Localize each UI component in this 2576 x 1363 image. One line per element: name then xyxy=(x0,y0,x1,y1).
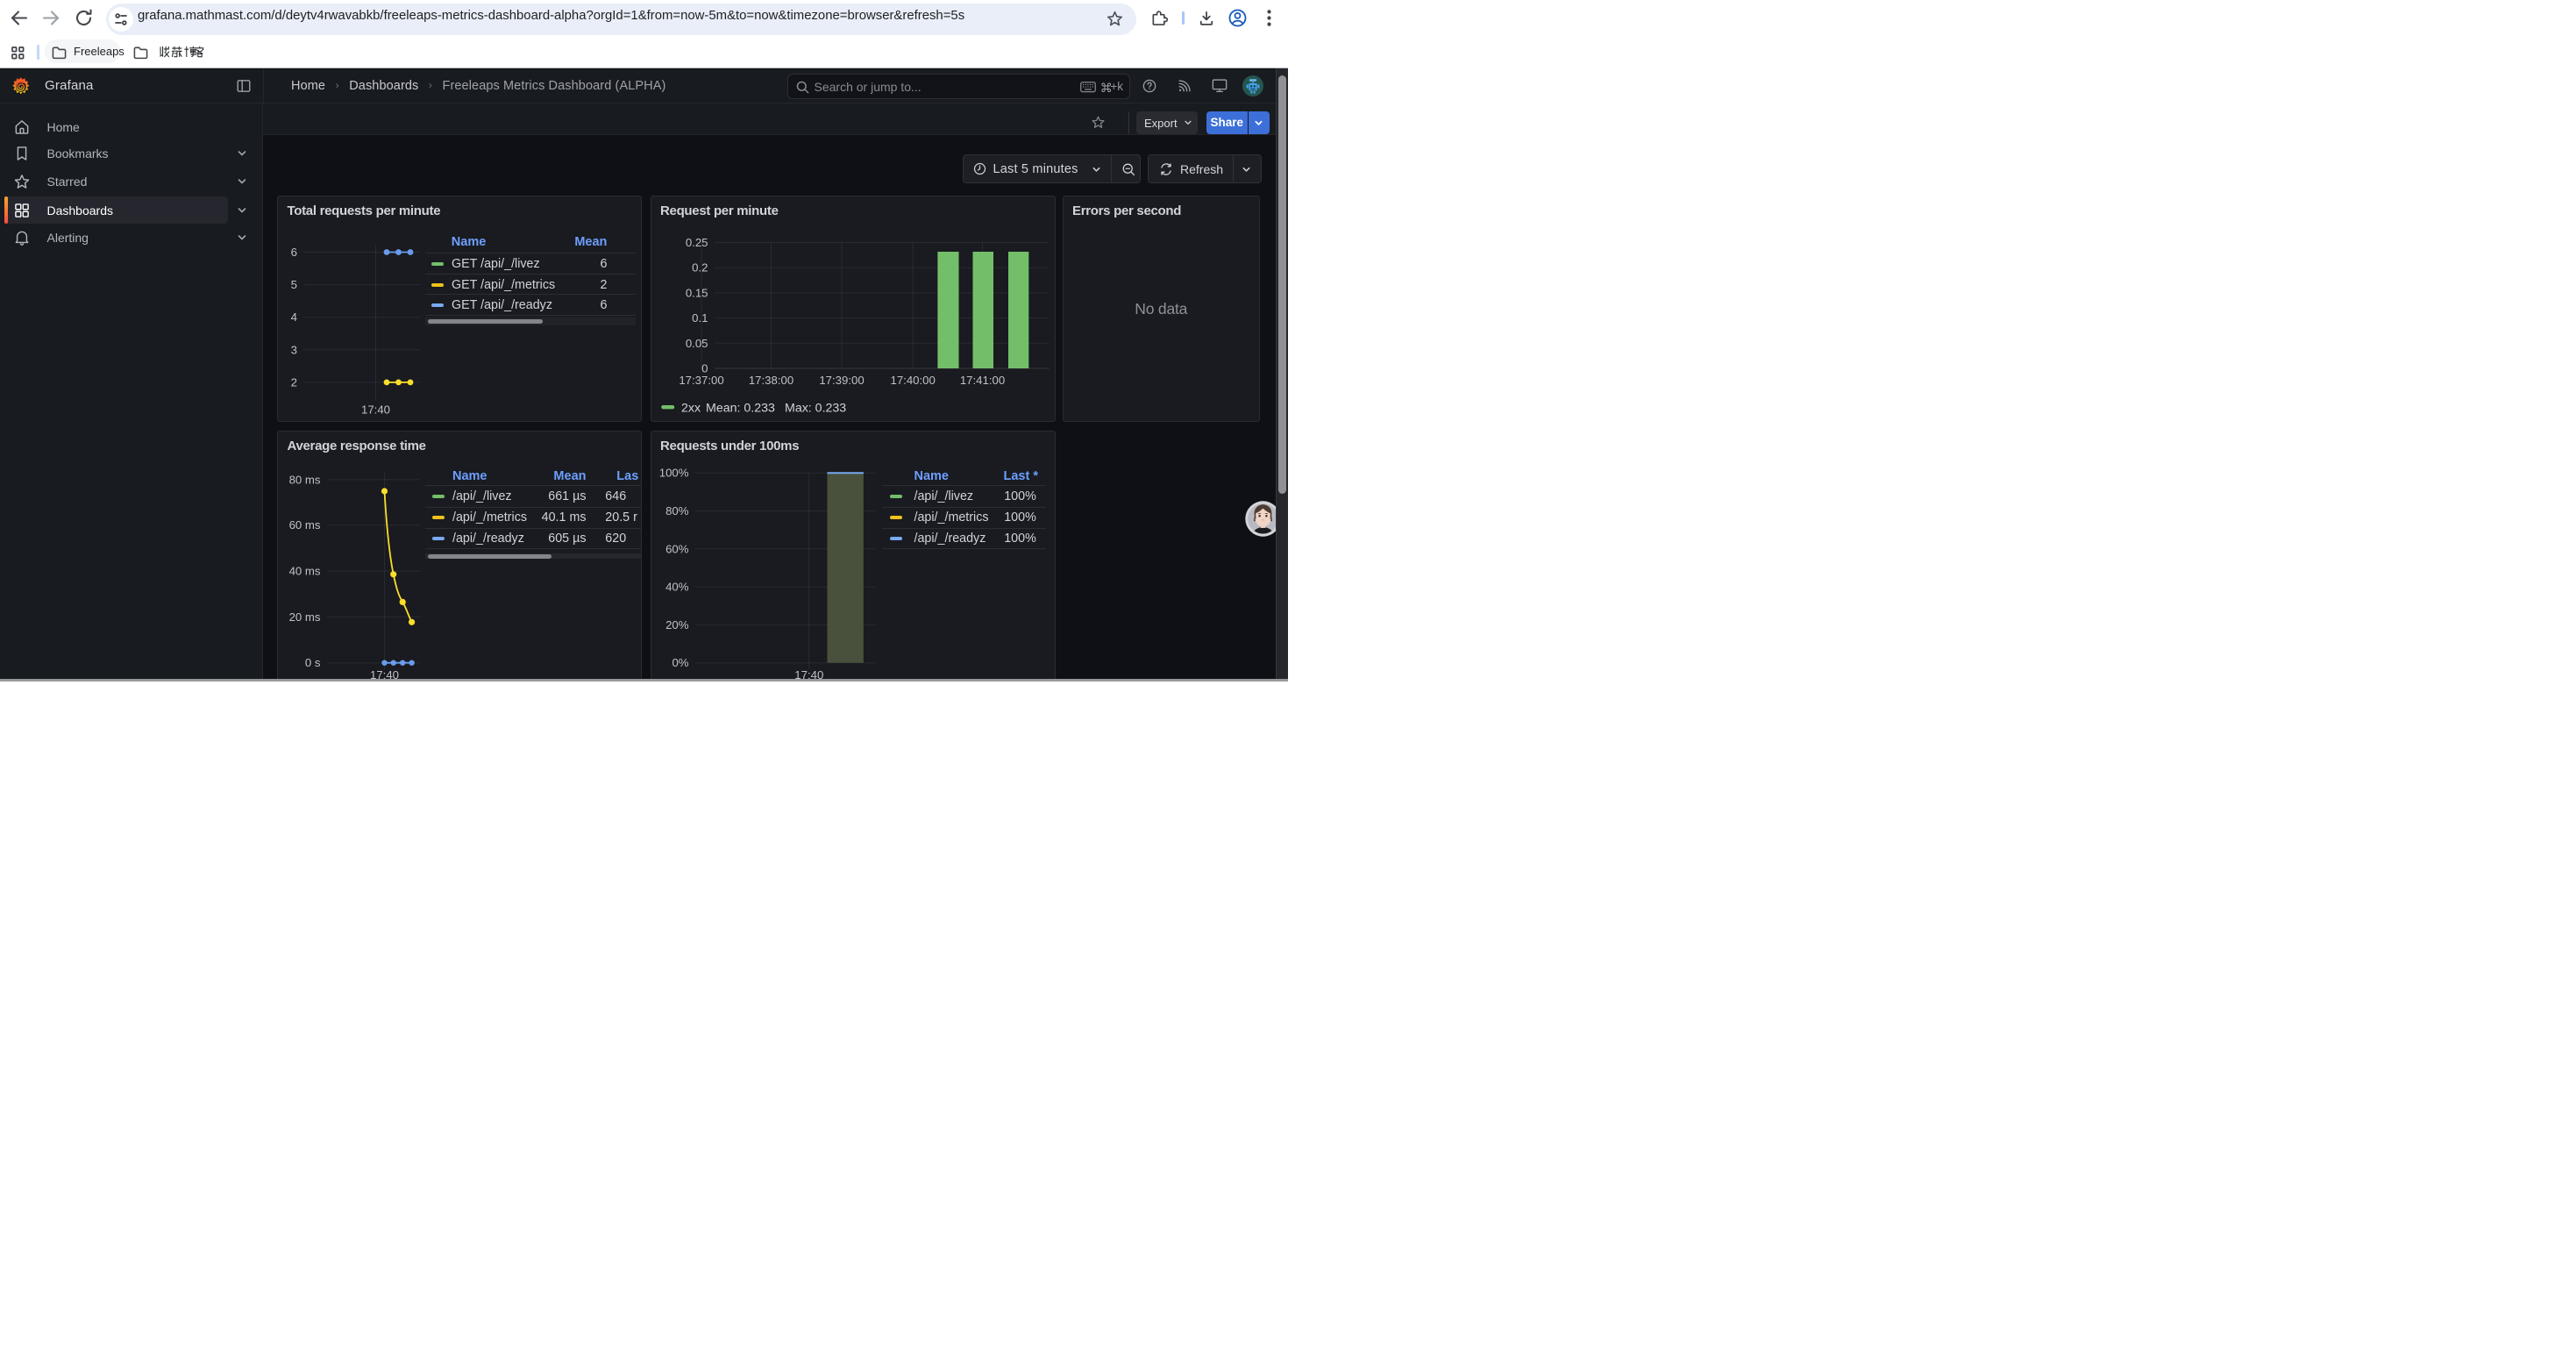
svg-text:Max: 0.233: Max: 0.233 xyxy=(785,401,846,415)
svg-text:17:41:00: 17:41:00 xyxy=(959,374,1004,387)
svg-text:0.25: 0.25 xyxy=(685,236,708,249)
svg-text:0.05: 0.05 xyxy=(685,337,708,350)
svg-text:17:37:00: 17:37:00 xyxy=(679,374,723,387)
svg-text:17:38:00: 17:38:00 xyxy=(748,374,793,387)
svg-text:2xx: 2xx xyxy=(681,401,701,415)
svg-text:17:40:00: 17:40:00 xyxy=(890,374,935,387)
svg-text:Mean: 0.233: Mean: 0.233 xyxy=(706,401,775,415)
svg-text:0.1: 0.1 xyxy=(692,311,708,325)
svg-text:0.15: 0.15 xyxy=(685,286,708,299)
svg-text:0.2: 0.2 xyxy=(692,261,708,275)
svg-text:17:39:00: 17:39:00 xyxy=(819,374,864,387)
